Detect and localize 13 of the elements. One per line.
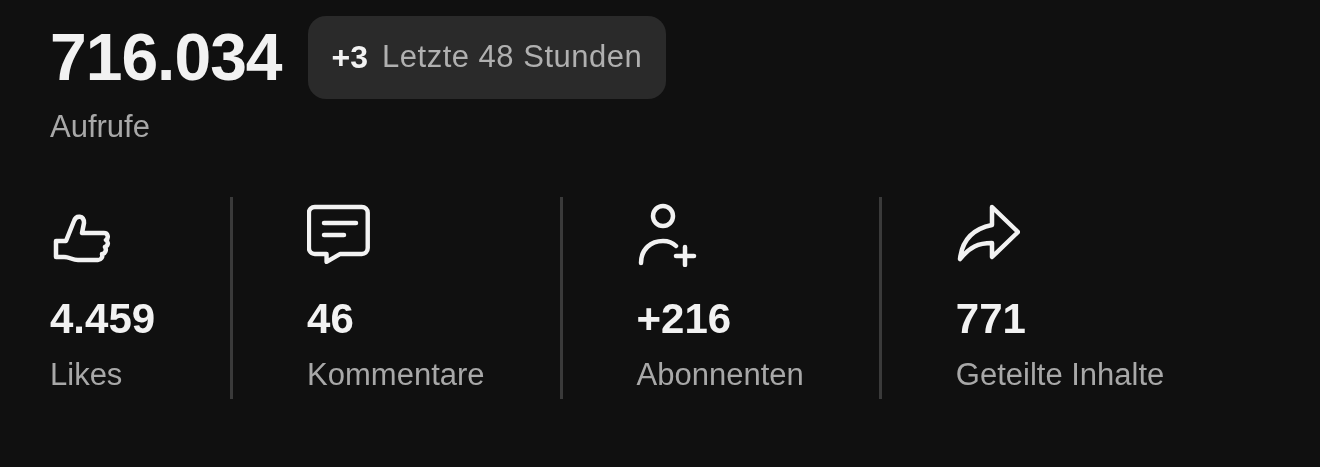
stat-value: 771 xyxy=(955,295,1026,343)
views-label: Aufrufe xyxy=(50,109,150,145)
stat-value: 4.459 xyxy=(50,295,156,343)
stat-label: Kommentare xyxy=(307,357,485,393)
stat-label: Geteilte Inhalte xyxy=(955,357,1165,393)
recent-delta: +3 xyxy=(331,38,369,76)
stat-value: +216 xyxy=(636,295,732,343)
stat-label: Likes xyxy=(50,357,123,393)
stat-value: 46 xyxy=(307,295,354,343)
recent-period: Letzte 48 Stunden xyxy=(382,39,643,75)
views-count: 716.034 xyxy=(50,19,282,96)
comment-icon xyxy=(307,203,372,267)
stat-label: Abonnenten xyxy=(636,357,804,393)
